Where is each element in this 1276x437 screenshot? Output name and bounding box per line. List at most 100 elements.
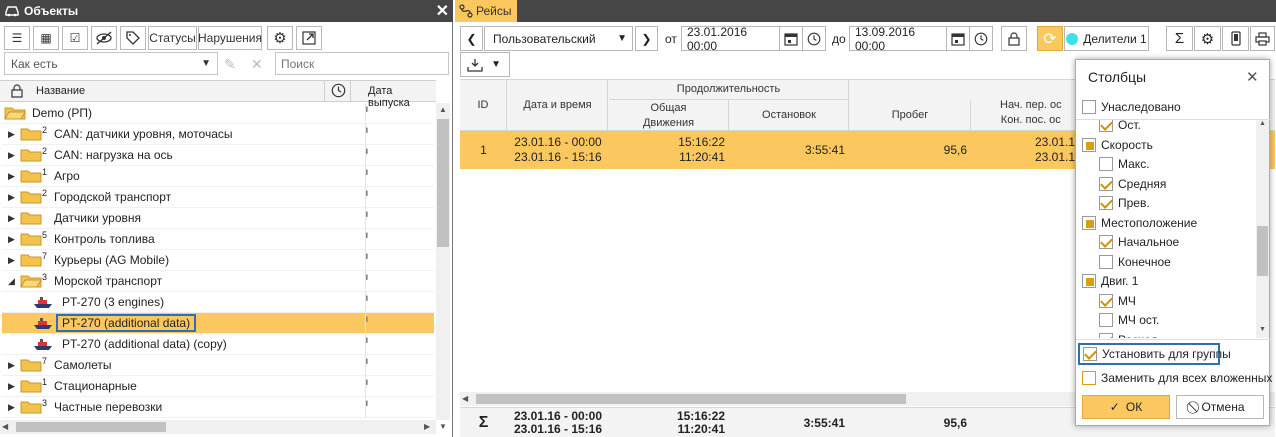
tree-item[interactable]: ▶3Частные перевозки••• xyxy=(2,397,434,418)
column-checkbox[interactable] xyxy=(1099,313,1113,327)
tree-item[interactable]: ▶2CAN: датчики уровня, моточасы••• xyxy=(2,124,434,145)
violations-button[interactable]: Нарушения xyxy=(198,26,262,50)
close-icon[interactable]: ✕ xyxy=(436,1,449,21)
scroll-down-icon[interactable]: ▼ xyxy=(1256,326,1269,333)
column-checkbox[interactable] xyxy=(1099,120,1113,132)
expand-arrow-icon[interactable]: ▶ xyxy=(8,402,18,413)
scroll-right-icon[interactable]: ▶ xyxy=(424,420,430,434)
search-input[interactable] xyxy=(275,52,449,75)
set-for-group-checkbox[interactable] xyxy=(1083,347,1097,361)
list-view-button[interactable]: ☰ xyxy=(4,26,30,50)
to-date-input[interactable]: 13.09.2016 00:00 xyxy=(849,25,948,53)
sort-mode-select[interactable]: Как есть ▼ xyxy=(4,52,218,75)
column-total-motion-header[interactable]: Общая Движения xyxy=(609,100,729,131)
trips-scroll-thumb[interactable] xyxy=(476,394,906,404)
clear-icon[interactable]: ✕ xyxy=(251,56,263,73)
dividers-button[interactable]: Делители 1 xyxy=(1064,26,1149,51)
clock-icon[interactable] xyxy=(331,83,346,98)
column-name-header[interactable]: Название xyxy=(36,85,85,97)
column-checkbox[interactable] xyxy=(1099,332,1113,338)
tree-item[interactable]: PT-270 (3 engines)••• xyxy=(2,292,434,313)
next-period-button[interactable]: ❯ xyxy=(635,26,658,51)
table-settings-button[interactable]: ⚙ xyxy=(1194,26,1221,51)
column-checkbox[interactable] xyxy=(1082,137,1096,152)
column-id-header[interactable]: ID xyxy=(460,80,507,131)
open-external-button[interactable] xyxy=(296,26,322,50)
column-stops-header[interactable]: Остановок xyxy=(730,100,849,131)
refresh-button[interactable]: ⟳ xyxy=(1037,26,1063,51)
to-time-button[interactable] xyxy=(969,26,993,51)
print-button[interactable] xyxy=(1250,26,1275,51)
inherited-checkbox[interactable] xyxy=(1082,100,1096,114)
from-calendar-button[interactable] xyxy=(779,26,803,51)
tree-item[interactable]: ▶1Стационарные••• xyxy=(2,376,434,397)
scroll-up-icon[interactable]: ▲ xyxy=(436,103,450,117)
ok-button[interactable]: ✓ ОК xyxy=(1082,395,1170,419)
cancel-button[interactable]: ⃠ Отмена xyxy=(1176,395,1264,419)
tree-item[interactable]: ▶7Курьеры (AG Mobile)••• xyxy=(2,250,434,271)
table-view-button[interactable]: ▦ xyxy=(33,26,59,50)
tree-item[interactable]: ▶2CAN: нагрузка на ось••• xyxy=(2,145,434,166)
column-checkbox[interactable] xyxy=(1099,176,1113,191)
prev-period-button[interactable]: ❮ xyxy=(460,26,483,51)
period-mode-select[interactable]: Пользовательский ▼ xyxy=(484,26,633,51)
expand-arrow-icon[interactable]: ▶ xyxy=(8,213,18,224)
hide-button[interactable] xyxy=(91,26,117,50)
set-for-group-option[interactable]: Установить для группы xyxy=(1078,343,1231,365)
settings-button[interactable]: ⚙ xyxy=(267,26,293,50)
tree-item[interactable]: ▶Датчики уровня••• xyxy=(2,208,434,229)
column-datetime-header[interactable]: Дата и время xyxy=(508,80,608,131)
from-time-button[interactable] xyxy=(802,26,826,51)
tree-item[interactable]: Demo (РП)••• xyxy=(2,103,434,124)
lock-button[interactable] xyxy=(1001,26,1027,51)
collapse-arrow-icon[interactable]: ◢ xyxy=(8,276,18,287)
replace-all-checkbox[interactable] xyxy=(1082,371,1096,385)
column-duration-header[interactable]: Продолжительность xyxy=(609,80,849,100)
horizontal-scroll-thumb[interactable] xyxy=(16,422,166,432)
expand-arrow-icon[interactable]: ▶ xyxy=(8,129,18,140)
expand-arrow-icon[interactable]: ▶ xyxy=(8,255,18,266)
columns-list-scrollbar[interactable]: ▲ ▼ xyxy=(1256,120,1269,338)
statuses-button[interactable]: Статусы xyxy=(148,26,197,50)
tree-item[interactable]: PT-270 (additional data)••• xyxy=(2,313,434,334)
expand-arrow-icon[interactable]: ▶ xyxy=(8,171,18,182)
columns-scroll-thumb[interactable] xyxy=(1257,226,1268,276)
tag-button[interactable] xyxy=(120,26,146,50)
column-checkbox[interactable] xyxy=(1099,254,1113,269)
scroll-up-icon[interactable]: ▲ xyxy=(1256,120,1269,127)
tree-item[interactable]: ▶2Городской транспорт••• xyxy=(2,187,434,208)
edit-icon[interactable]: ✎ xyxy=(224,56,236,73)
column-checkbox[interactable] xyxy=(1099,293,1113,308)
column-checkbox[interactable] xyxy=(1082,274,1096,288)
from-date-input[interactable]: 23.01.2016 00:00 xyxy=(681,25,780,53)
column-mileage-header[interactable]: Пробег xyxy=(850,100,971,131)
tab-trips[interactable]: Рейсы xyxy=(455,0,518,22)
mobile-view-button[interactable] xyxy=(1222,26,1249,51)
scroll-down-icon[interactable]: ▼ xyxy=(436,420,450,434)
to-calendar-button[interactable] xyxy=(946,26,970,51)
column-checkbox[interactable] xyxy=(1099,196,1113,210)
expand-arrow-icon[interactable]: ▶ xyxy=(8,234,18,245)
expand-arrow-icon[interactable]: ▶ xyxy=(8,360,18,371)
expand-arrow-icon[interactable]: ▶ xyxy=(8,381,18,392)
column-checkbox[interactable] xyxy=(1099,157,1113,171)
vertical-scroll-thumb[interactable] xyxy=(437,119,449,247)
totals-button[interactable]: Σ xyxy=(1166,26,1193,51)
tree-item[interactable]: ▶7Самолеты••• xyxy=(2,355,434,376)
tree-item[interactable]: ▶1Агро••• xyxy=(2,166,434,187)
expand-arrow-icon[interactable]: ▶ xyxy=(8,150,18,161)
column-checkbox[interactable] xyxy=(1099,235,1113,249)
column-start-stop-header[interactable]: Нач. пер. ос Кон. пос. ос xyxy=(972,94,1092,131)
export-button[interactable]: ▼ xyxy=(460,52,510,77)
vertical-scrollbar[interactable]: ▲ ▼ xyxy=(436,103,450,431)
scroll-left-icon[interactable]: ◀ xyxy=(462,392,468,406)
tree-item[interactable]: PT-270 (additional data) (copy)••• xyxy=(2,334,434,355)
column-checkbox[interactable] xyxy=(1082,215,1096,230)
lock-icon[interactable] xyxy=(11,84,23,98)
tree-item[interactable]: ▶5Контроль топлива••• xyxy=(2,229,434,250)
horizontal-scrollbar[interactable]: ◀ ▶ xyxy=(0,420,436,434)
tree-item[interactable]: ◢3Морской транспорт••• xyxy=(2,271,434,292)
expand-arrow-icon[interactable]: ▶ xyxy=(8,192,18,203)
select-all-button[interactable]: ☑ xyxy=(62,26,88,50)
close-icon[interactable]: ✕ xyxy=(1246,68,1259,86)
